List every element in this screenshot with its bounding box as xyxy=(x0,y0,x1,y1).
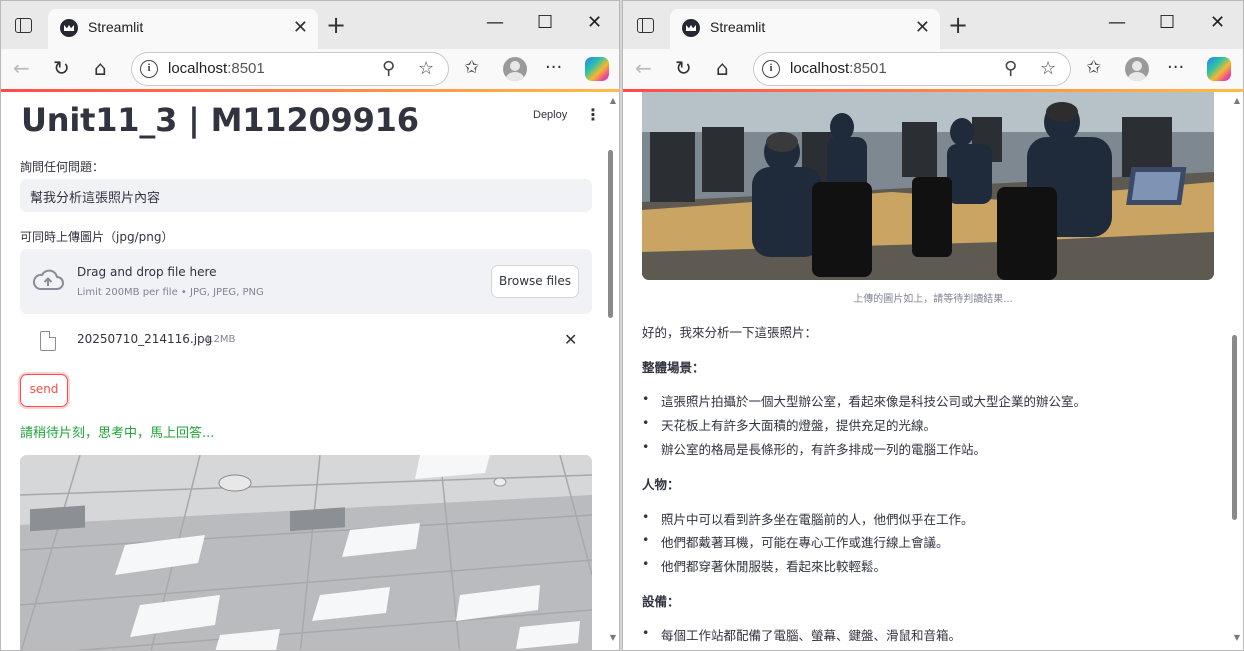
maximize-icon[interactable]: ☐ xyxy=(537,13,553,33)
favorites-icon[interactable]: ✩ xyxy=(464,55,479,81)
copilot-icon[interactable] xyxy=(585,57,609,81)
back-icon[interactable]: ← xyxy=(635,55,652,81)
browser-window-left: Streamlit ✕ + — ☐ ✕ ← ↻ ⌂ i localhost:85… xyxy=(0,0,620,651)
back-icon[interactable]: ← xyxy=(13,55,30,81)
more-menu-icon[interactable]: ··· xyxy=(545,55,562,81)
scroll-down-icon[interactable]: ▼ xyxy=(610,633,616,642)
streamlit-main: 上傳的圖片如上，請等待判讀結果... 好的，我來分析一下這張照片： 整體場景： … xyxy=(623,92,1243,650)
question-label: 詢問任何問題： xyxy=(20,160,105,174)
favorite-star-icon[interactable]: ☆ xyxy=(1040,58,1056,79)
section-heading: 整體場景： xyxy=(642,360,705,375)
question-input[interactable]: 幫我分析這張照片內容 xyxy=(20,179,592,212)
site-info-icon[interactable]: i xyxy=(140,60,158,78)
navigation-bar: ← ↻ ⌂ i localhost:8501 ⚲ ☆ ✩ ··· xyxy=(1,49,619,89)
page-title: Unit11_3 | M11209916 xyxy=(21,101,419,139)
reload-icon[interactable]: ↻ xyxy=(53,55,70,81)
navigation-bar: ← ↻ ⌂ i localhost:8501 ⚲ ☆ ✩ ··· xyxy=(623,49,1243,89)
close-tab-icon[interactable]: ✕ xyxy=(293,18,308,38)
list-item: 天花板上有許多大面積的燈盤，提供充足的光線。 xyxy=(642,415,936,434)
streamlit-main: Unit11_3 | M11209916 Deploy ⋮ 詢問任何問題： 幫我… xyxy=(1,92,619,650)
list-item: 這張照片拍攝於一個大型辦公室，看起來像是科技公司或大型企業的辦公室。 xyxy=(642,391,1086,410)
reload-icon[interactable]: ↻ xyxy=(675,55,692,81)
tab-title: Streamlit xyxy=(710,19,766,35)
zoom-icon[interactable]: ⚲ xyxy=(1004,58,1017,79)
close-window-icon[interactable]: ✕ xyxy=(587,13,602,33)
image-caption: 上傳的圖片如上，請等待判讀結果... xyxy=(853,294,1013,305)
streamlit-logo-icon xyxy=(682,19,700,37)
close-window-icon[interactable]: ✕ xyxy=(1210,13,1225,33)
dropzone-title: Drag and drop file here xyxy=(77,265,217,279)
list-item: 照片中可以看到許多坐在電腦前的人，他們似乎在工作。 xyxy=(642,509,974,528)
list-item: 他們都穿著休閒服裝，看起來比較輕鬆。 xyxy=(642,556,886,575)
list-item: 他們都戴著耳機，可能在專心工作或進行線上會議。 xyxy=(642,532,949,551)
tab-bar: Streamlit ✕ + — ☐ ✕ xyxy=(1,1,619,49)
tab-title: Streamlit xyxy=(88,19,144,35)
scroll-up-icon[interactable]: ▲ xyxy=(610,96,616,105)
minimize-icon[interactable]: — xyxy=(486,13,504,33)
profile-avatar[interactable] xyxy=(1125,57,1149,81)
home-icon[interactable]: ⌂ xyxy=(716,55,729,81)
url-text: localhost:8501 xyxy=(790,60,887,77)
home-icon[interactable]: ⌂ xyxy=(94,55,107,81)
streamlit-logo-icon xyxy=(60,19,78,37)
scrollbar-thumb[interactable] xyxy=(608,150,613,318)
list-item: 辦公室的格局是長條形的，有許多排成一列的電腦工作站。 xyxy=(642,439,986,458)
ceiling-photo xyxy=(20,455,592,650)
browse-files-button[interactable]: Browse files xyxy=(491,265,579,298)
close-tab-icon[interactable]: ✕ xyxy=(915,18,930,38)
address-bar[interactable]: i localhost:8501 ⚲ ☆ xyxy=(753,52,1071,86)
uploaded-file-name: 20250710_214116.jpg xyxy=(77,332,213,346)
scroll-up-icon[interactable]: ▲ xyxy=(1234,96,1240,105)
new-tab-icon[interactable]: + xyxy=(948,13,968,37)
favorites-icon[interactable]: ✩ xyxy=(1086,55,1101,81)
browser-window-right: Streamlit ✕ + — ☐ ✕ ← ↻ ⌂ i localhost:85… xyxy=(622,0,1244,651)
scroll-down-icon[interactable]: ▼ xyxy=(1234,633,1240,642)
tab-actions-icon[interactable] xyxy=(637,18,654,33)
uploaded-file-size: 4.2MB xyxy=(204,334,236,345)
maximize-icon[interactable]: ☐ xyxy=(1159,13,1175,33)
office-photo xyxy=(642,92,1214,280)
remove-file-icon[interactable]: ✕ xyxy=(564,330,577,349)
new-tab-icon[interactable]: + xyxy=(326,13,346,37)
section-heading: 設備： xyxy=(642,594,680,609)
dropzone-hint: Limit 200MB per file • JPG, JPEG, PNG xyxy=(77,287,264,298)
upload-label: 可同時上傳圖片（jpg/png） xyxy=(20,230,174,244)
site-info-icon[interactable]: i xyxy=(762,60,780,78)
cloud-upload-icon xyxy=(32,269,64,290)
minimize-icon[interactable]: — xyxy=(1108,13,1126,33)
url-text: localhost:8501 xyxy=(168,60,265,77)
uploaded-photo-office xyxy=(642,92,1214,280)
browser-tab[interactable]: Streamlit ✕ xyxy=(48,9,318,49)
tab-bar: Streamlit ✕ + — ☐ ✕ xyxy=(623,1,1243,49)
list-item: 每個工作站都配備了電腦、螢幕、鍵盤、滑鼠和音箱。 xyxy=(642,625,961,644)
file-dropzone[interactable]: Drag and drop file here Limit 200MB per … xyxy=(20,249,592,314)
section-heading: 人物： xyxy=(642,477,680,492)
copilot-icon[interactable] xyxy=(1207,57,1231,81)
browser-tab[interactable]: Streamlit ✕ xyxy=(670,9,940,49)
main-menu-icon[interactable]: ⋮ xyxy=(585,105,601,124)
send-button[interactable]: send xyxy=(20,374,68,407)
deploy-button[interactable]: Deploy xyxy=(533,109,567,121)
more-menu-icon[interactable]: ··· xyxy=(1167,55,1184,81)
file-icon xyxy=(40,331,56,351)
uploaded-photo-ceiling xyxy=(20,455,592,650)
waiting-message: 請稍待片刻，思考中，馬上回答... xyxy=(20,426,215,441)
scrollbar-thumb[interactable] xyxy=(1232,335,1237,520)
profile-avatar[interactable] xyxy=(503,57,527,81)
favorite-star-icon[interactable]: ☆ xyxy=(418,58,434,79)
tab-actions-icon[interactable] xyxy=(15,18,32,33)
analysis-intro: 好的，我來分析一下這張照片： xyxy=(642,325,818,340)
address-bar[interactable]: i localhost:8501 ⚲ ☆ xyxy=(131,52,449,86)
zoom-icon[interactable]: ⚲ xyxy=(382,58,395,79)
